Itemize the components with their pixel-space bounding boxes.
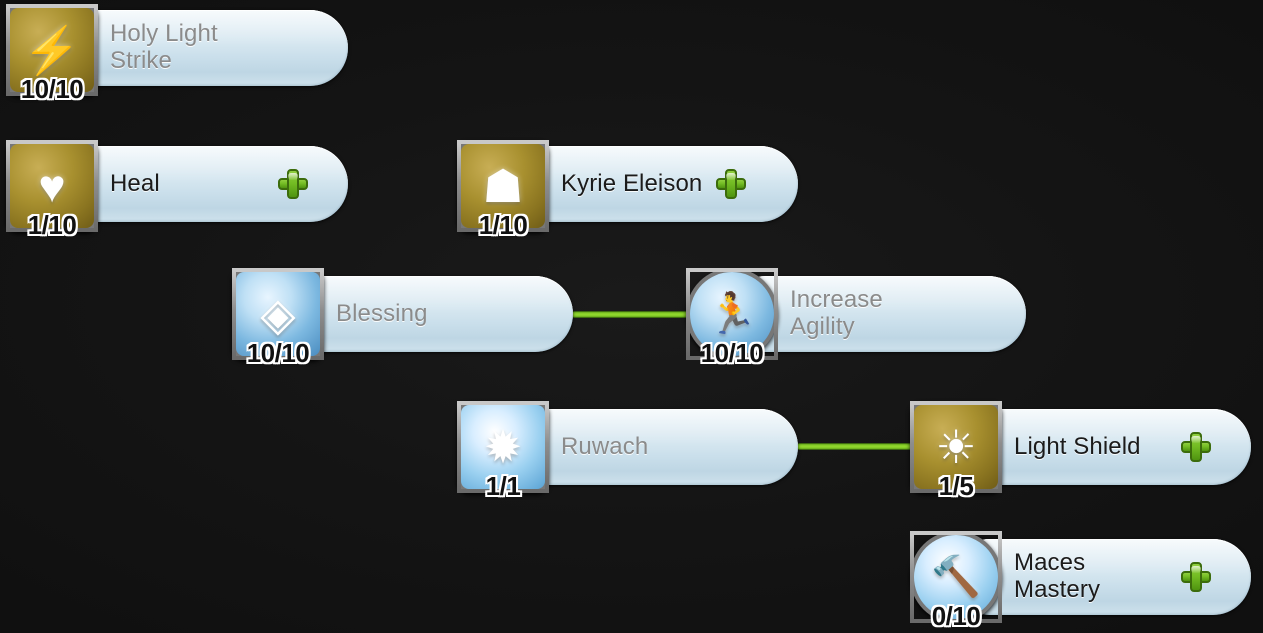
skill-name-holy-light-strike: Holy Light Strike <box>110 20 218 74</box>
skill-name-ruwach: Ruwach <box>561 432 649 460</box>
skill-connector-blessing-to-increase-agility <box>573 311 690 318</box>
plus-vertical-bar <box>287 169 299 199</box>
skill-icon-art: ◈ <box>236 272 320 356</box>
skill-icon-glyph: ☗ <box>482 160 524 212</box>
skill-name-heal: Heal <box>110 169 160 197</box>
skill-icon-glyph: ☀ <box>935 421 977 473</box>
skill-icon-glyph: ♥ <box>38 160 66 212</box>
kyrie-eleison-icon[interactable]: ☗ 1/10 <box>457 140 549 240</box>
increase-agility-icon[interactable]: 🏃 10/10 <box>686 268 778 368</box>
plus-vertical-bar <box>1190 562 1202 592</box>
skill-icon-glyph: 🔨 <box>931 555 981 599</box>
skill-increase-button-light-shield[interactable] <box>1181 432 1211 462</box>
skill-tree-canvas: Holy Light Strike ⚡ 10/10 Heal ♥ 1/10 Kyrie El… <box>0 0 1263 633</box>
skill-icon-glyph: 🏃 <box>707 292 757 336</box>
holy-light-strike-icon[interactable]: ⚡ 10/10 <box>6 4 98 104</box>
skill-connector-ruwach-to-light-shield <box>798 443 915 450</box>
maces-mastery-icon[interactable]: 🔨 0/10 <box>910 531 1002 631</box>
skill-increase-button-kyrie-eleison[interactable] <box>716 169 747 199</box>
plus-vertical-bar <box>725 169 738 199</box>
skill-name-increase-agility: Increase Agility <box>790 286 883 340</box>
skill-icon-art: ☗ <box>461 144 545 228</box>
heal-icon[interactable]: ♥ 1/10 <box>6 140 98 240</box>
plus-vertical-bar <box>1190 432 1202 462</box>
skill-name-maces-mastery: Maces Mastery <box>1014 549 1101 603</box>
skill-name-blessing: Blessing <box>336 299 428 327</box>
skill-name-kyrie-eleison: Kyrie Eleison <box>561 169 703 197</box>
ruwach-icon[interactable]: ✹ 1/1 <box>457 401 549 501</box>
skill-increase-button-maces-mastery[interactable] <box>1181 562 1211 592</box>
blessing-icon[interactable]: ◈ 10/10 <box>232 268 324 368</box>
light-shield-icon[interactable]: ☀ 1/5 <box>910 401 1002 501</box>
skill-icon-art: 🏃 <box>690 272 774 356</box>
skill-icon-glyph: ◈ <box>260 288 296 340</box>
skill-icon-art: 🔨 <box>914 535 998 619</box>
skill-icon-glyph: ✹ <box>483 421 523 473</box>
skill-name-light-shield: Light Shield <box>1014 432 1141 460</box>
skill-icon-art: ⚡ <box>10 8 94 92</box>
skill-icon-glyph: ⚡ <box>23 24 81 76</box>
skill-increase-button-heal[interactable] <box>278 169 308 199</box>
skill-icon-art: ☀ <box>914 405 998 489</box>
skill-icon-art: ✹ <box>461 405 545 489</box>
skill-icon-art: ♥ <box>10 144 94 228</box>
